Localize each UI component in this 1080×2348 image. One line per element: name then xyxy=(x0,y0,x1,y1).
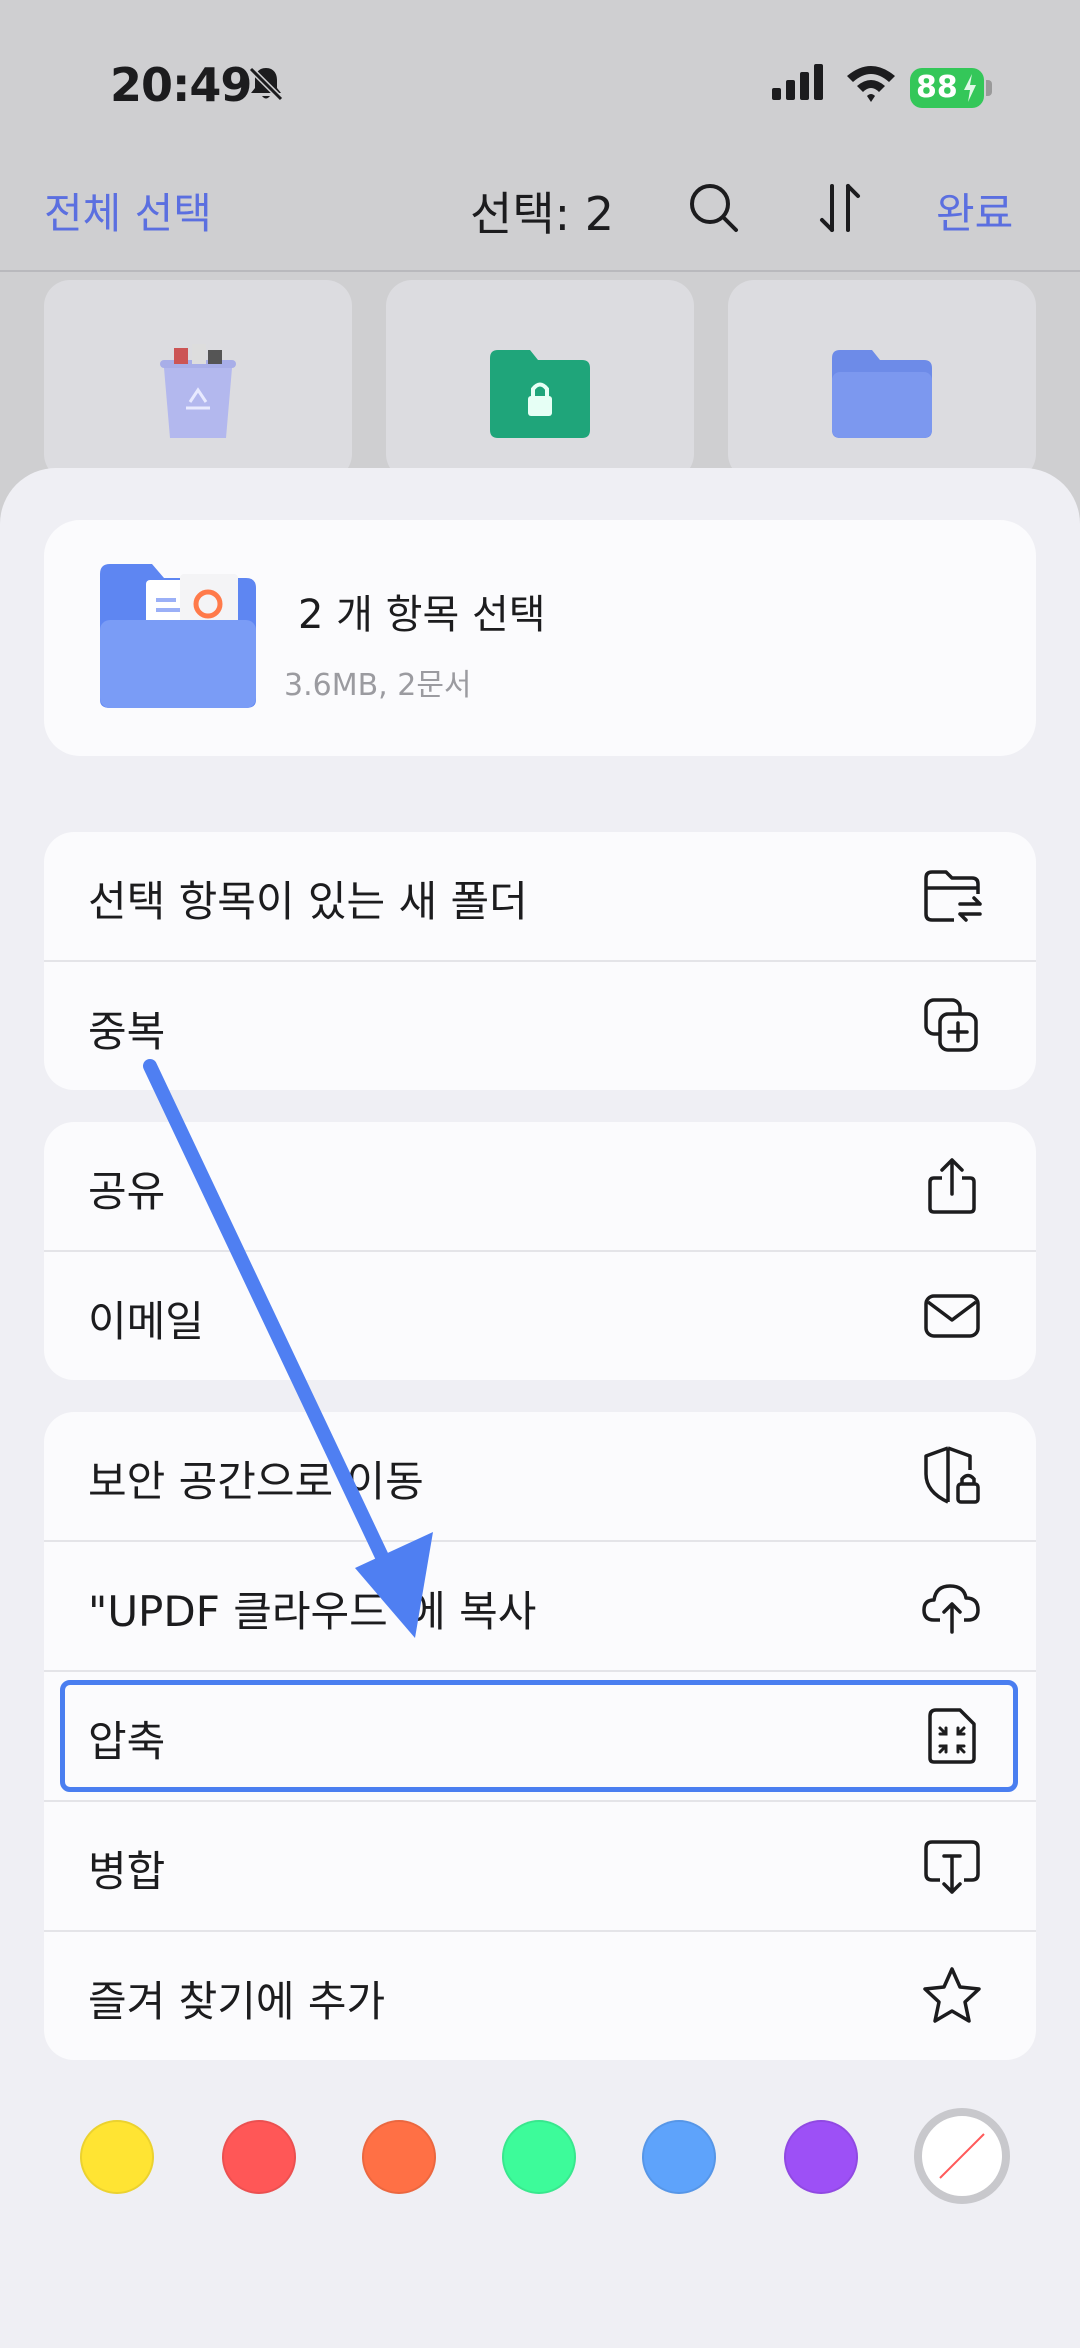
color-tag-purple[interactable] xyxy=(784,2120,858,2194)
copy-to-cloud-row[interactable]: "UPDF 클라우드"에 복사 xyxy=(44,1542,1036,1672)
merge-row[interactable]: 병합 xyxy=(44,1802,1036,1932)
secure-folder-tile[interactable] xyxy=(386,280,694,480)
color-tag-yellow[interactable] xyxy=(80,2120,154,2194)
action-group-3: 보안 공간으로 이동 "UPDF 클라우드"에 복사 압축 병합 즐겨 찾기에 … xyxy=(44,1412,1036,2060)
selection-summary-card: 2 개 항목 선택 3.6MB, 2문서 xyxy=(44,520,1036,756)
selection-count: 선택: 2 xyxy=(470,187,615,241)
folder-move-icon xyxy=(924,870,982,922)
row-label: 이메일 xyxy=(88,1297,204,1346)
color-tag-none[interactable] xyxy=(914,2108,1010,2204)
row-label: 공유 xyxy=(88,1167,166,1216)
folder-icon xyxy=(832,350,932,438)
no-color-slash-icon xyxy=(939,2133,985,2179)
navigation-bar: 전체 선택 선택: 2 완료 xyxy=(0,150,1080,270)
done-button[interactable]: 완료 xyxy=(936,180,1013,241)
search-icon[interactable] xyxy=(686,180,742,236)
duplicate-icon xyxy=(924,998,978,1052)
charging-bolt-icon xyxy=(964,74,976,102)
move-to-secure-space-row[interactable]: 보안 공간으로 이동 xyxy=(44,1412,1036,1542)
color-tag-green[interactable] xyxy=(502,2120,576,2194)
row-label: 병합 xyxy=(88,1847,166,1896)
bell-muted-icon xyxy=(248,66,284,102)
wifi-icon xyxy=(847,66,895,102)
row-label: 압축 xyxy=(88,1717,166,1766)
cloud-upload-icon xyxy=(922,1584,980,1634)
selection-subtitle: 3.6MB, 2문서 xyxy=(284,668,472,703)
action-group-1: 선택 항목이 있는 새 폴더 중복 xyxy=(44,832,1036,1090)
trash-tile[interactable] xyxy=(44,280,352,480)
trash-bin-icon xyxy=(160,344,236,438)
cellular-signal-icon xyxy=(772,64,823,100)
add-to-favorites-row[interactable]: 즐겨 찾기에 추가 xyxy=(44,1932,1036,2060)
new-folder-with-selection-row[interactable]: 선택 항목이 있는 새 폴더 xyxy=(44,832,1036,962)
share-icon xyxy=(928,1158,976,1214)
share-row[interactable]: 공유 xyxy=(44,1122,1036,1252)
color-tag-red[interactable] xyxy=(222,2120,296,2194)
duplicate-row[interactable]: 중복 xyxy=(44,962,1036,1090)
merge-icon xyxy=(924,1840,980,1894)
email-row[interactable]: 이메일 xyxy=(44,1252,1036,1380)
battery-level: 88 xyxy=(916,70,958,105)
row-label: 선택 항목이 있는 새 폴더 xyxy=(88,877,528,926)
row-label: "UPDF 클라우드"에 복사 xyxy=(88,1587,537,1636)
sort-icon[interactable] xyxy=(812,180,868,236)
nav-divider xyxy=(0,270,1080,272)
star-icon xyxy=(923,1967,981,2023)
row-label: 보안 공간으로 이동 xyxy=(88,1457,424,1506)
battery-cap xyxy=(986,80,992,96)
battery-indicator: 88 xyxy=(910,68,984,108)
select-all-button[interactable]: 전체 선택 xyxy=(44,180,212,241)
color-tag-orange[interactable] xyxy=(362,2120,436,2194)
selection-title: 2 개 항목 선택 xyxy=(298,592,546,638)
color-tag-blue[interactable] xyxy=(642,2120,716,2194)
status-time: 20:49 xyxy=(110,58,252,112)
row-label: 중복 xyxy=(88,1007,166,1056)
folder-tile[interactable] xyxy=(728,280,1036,480)
action-group-2: 공유 이메일 xyxy=(44,1122,1036,1380)
mail-icon xyxy=(924,1294,980,1338)
shield-lock-icon xyxy=(924,1446,980,1504)
compress-icon xyxy=(928,1708,976,1764)
compress-row[interactable]: 압축 xyxy=(44,1672,1036,1802)
documents-folder-icon xyxy=(100,564,256,708)
row-label: 즐겨 찾기에 추가 xyxy=(88,1977,386,2026)
locked-folder-icon xyxy=(490,350,590,438)
